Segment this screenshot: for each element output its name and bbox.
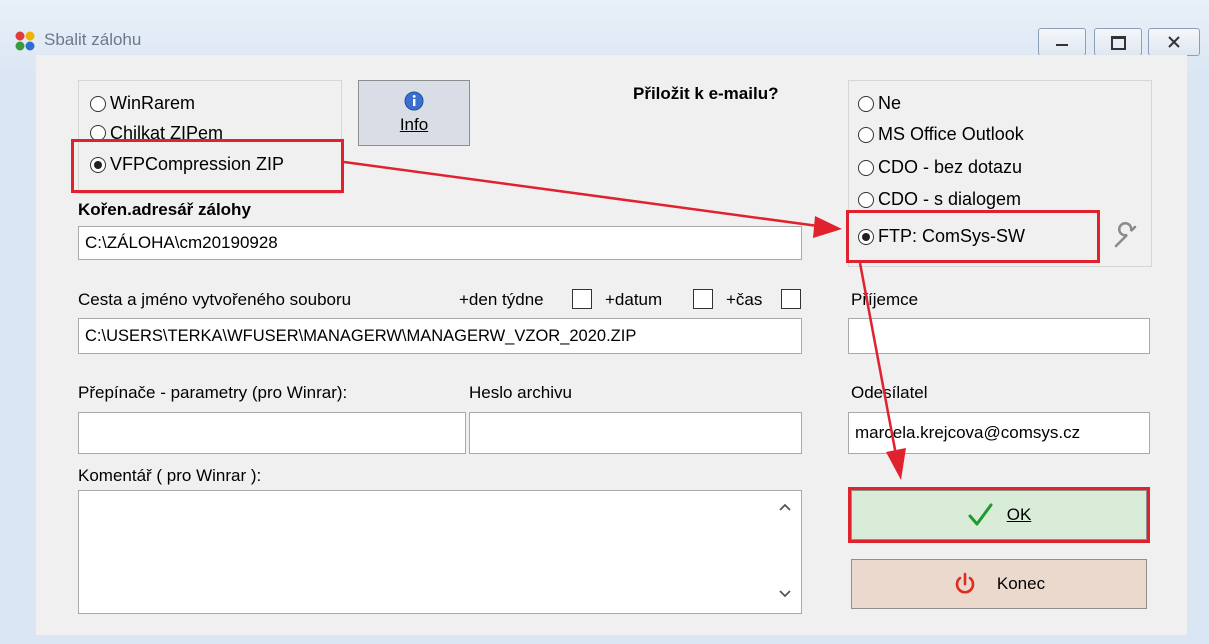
arrow-to-ftp bbox=[343, 160, 819, 228]
arrow-head-ok bbox=[886, 448, 906, 480]
arrow-head-ftp bbox=[813, 216, 842, 238]
annotation-arrows bbox=[343, 160, 906, 480]
arrow-to-ok bbox=[858, 262, 898, 456]
